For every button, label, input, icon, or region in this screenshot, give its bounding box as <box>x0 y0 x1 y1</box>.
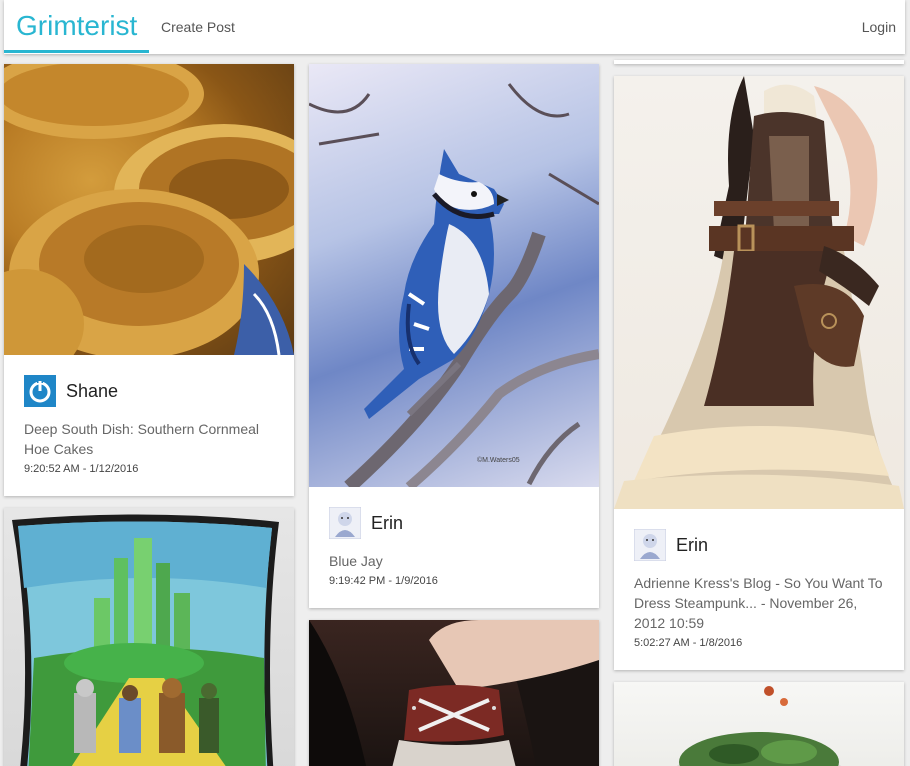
post-card[interactable]: Shane Deep South Dish: Southern Cornmeal… <box>4 64 294 496</box>
post-card[interactable]: ©M.Waters05 Erin Blue Jay 9:19:42 PM - 1… <box>309 64 599 608</box>
post-author[interactable]: Erin <box>634 529 884 561</box>
erin-avatar <box>329 507 361 539</box>
post-timestamp: 9:20:52 AM - 1/12/2016 <box>24 463 139 475</box>
post-timestamp: 5:02:27 AM - 1/8/2016 <box>634 637 743 649</box>
post-author[interactable]: Erin <box>329 507 579 539</box>
emerald-city-pillow-image[interactable] <box>4 508 294 766</box>
login-link[interactable]: Login <box>862 19 896 35</box>
create-post-link[interactable]: Create Post <box>161 19 235 35</box>
post-card[interactable]: Erin Adrienne Kress's Blog - So You Want… <box>614 76 904 670</box>
post-body: Shane Deep South Dish: Southern Cornmeal… <box>4 375 294 475</box>
top-navbar: Grimterist Create Post Login <box>4 0 905 54</box>
post-card-edge <box>614 60 904 64</box>
author-name: Erin <box>676 534 709 555</box>
post-card[interactable] <box>614 682 904 766</box>
post-card[interactable] <box>4 508 294 766</box>
power-icon <box>24 375 56 407</box>
post-description: Adrienne Kress's Blog - So You Want To D… <box>634 575 883 631</box>
post-card[interactable] <box>309 620 599 766</box>
leather-boot-image[interactable] <box>309 620 599 766</box>
steampunk-dress-image[interactable] <box>614 76 904 509</box>
active-indicator <box>4 50 149 53</box>
image-watermark: ©M.Waters05 <box>477 456 520 464</box>
pancakes-image[interactable] <box>4 64 294 355</box>
post-author[interactable]: Shane <box>24 375 274 407</box>
post-timestamp: 9:19:42 PM - 1/9/2016 <box>329 575 438 587</box>
salad-bowl-image[interactable] <box>614 682 904 766</box>
post-description: Blue Jay <box>329 553 383 569</box>
post-description: Deep South Dish: Southern Cornmeal Hoe C… <box>24 421 260 457</box>
brand-logo[interactable]: Grimterist <box>16 10 137 42</box>
author-name: Shane <box>66 380 119 401</box>
blue-jay-image[interactable]: ©M.Waters05 <box>309 64 599 487</box>
author-name: Erin <box>371 512 404 533</box>
post-body: Erin Blue Jay 9:19:42 PM - 1/9/2016 <box>309 507 599 587</box>
erin-avatar <box>634 529 666 561</box>
post-body: Erin Adrienne Kress's Blog - So You Want… <box>614 529 904 649</box>
